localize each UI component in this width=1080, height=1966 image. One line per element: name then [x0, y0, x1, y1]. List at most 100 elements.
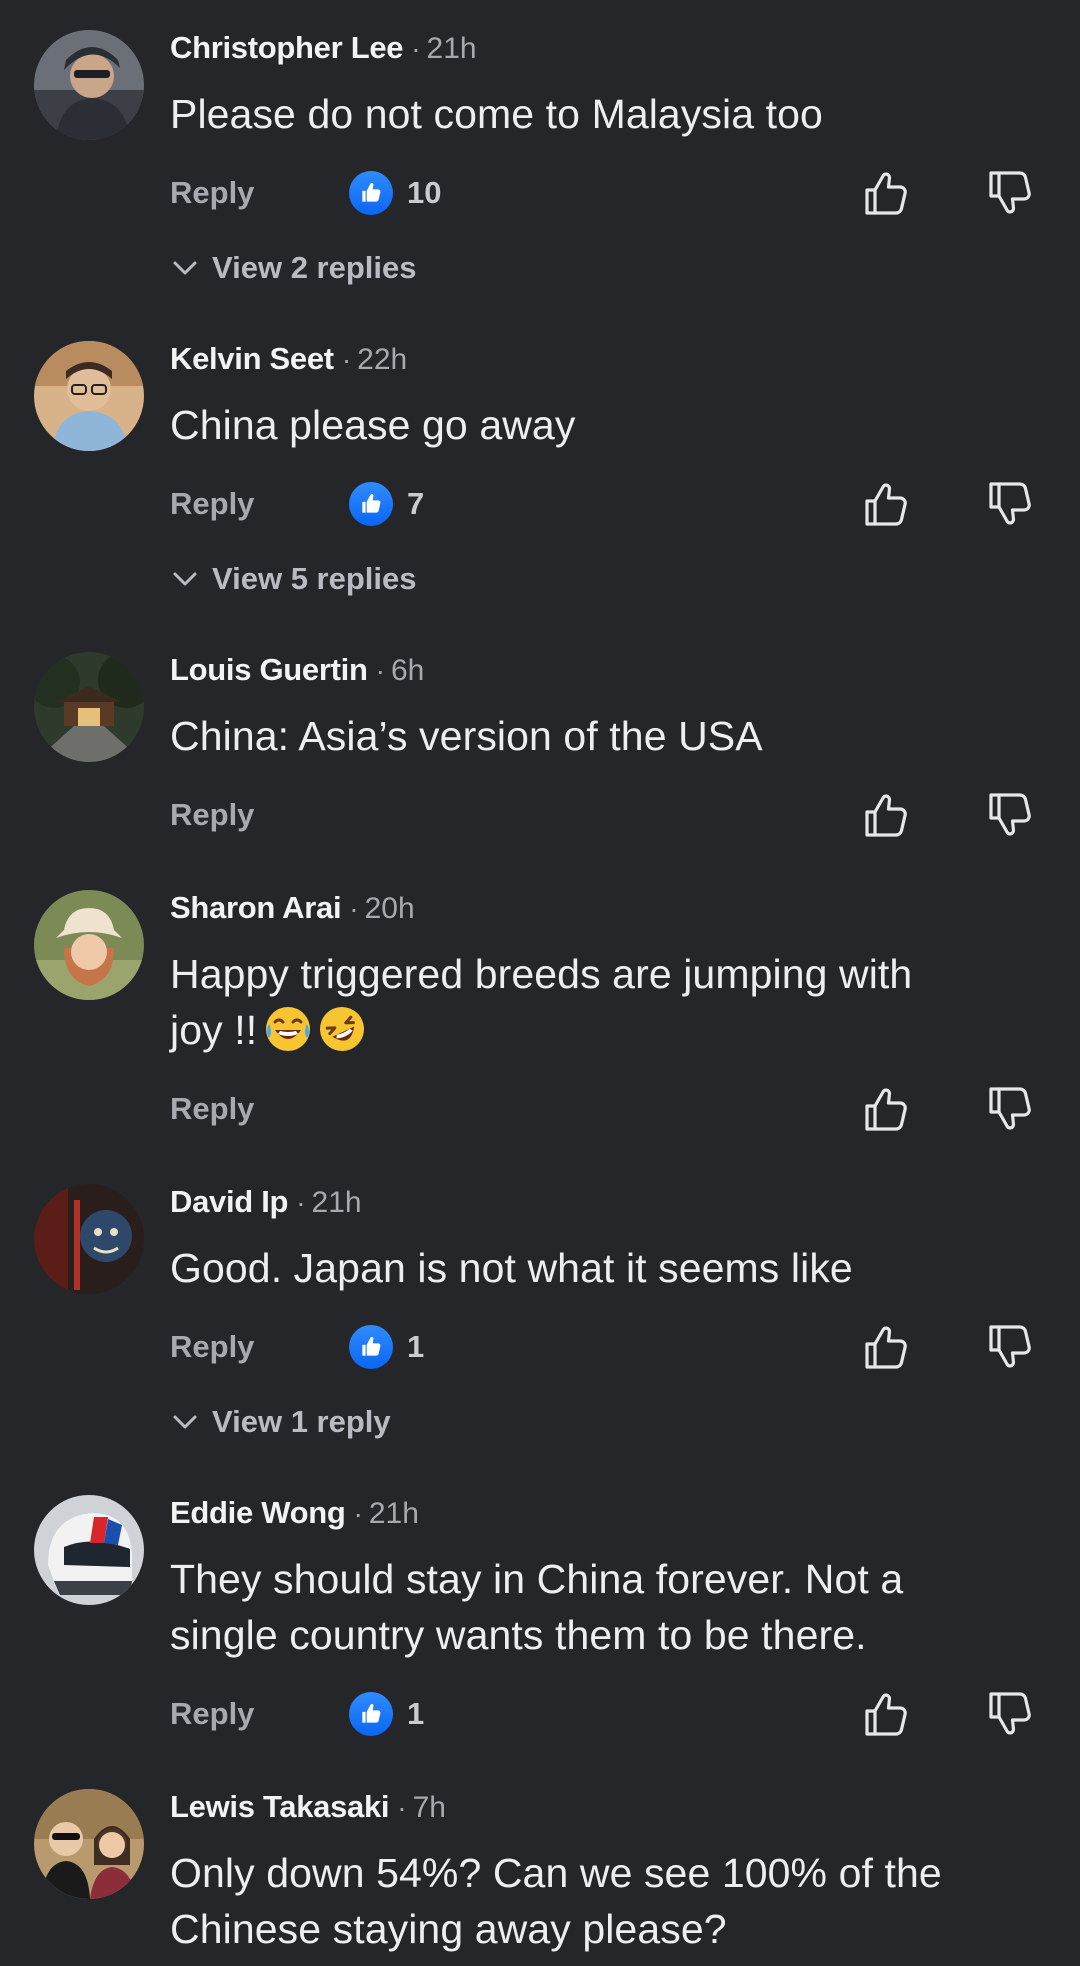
avatar[interactable] — [34, 30, 144, 140]
view-replies-label: View 5 replies — [212, 561, 417, 596]
thumbs-up-icon[interactable] — [861, 1322, 911, 1372]
thumbs-down-icon[interactable] — [985, 1322, 1035, 1372]
thumbs-up-icon[interactable] — [861, 1084, 911, 1134]
comment-actions: Reply 1 — [0, 1689, 1080, 1739]
like-count-badge: 10 — [349, 171, 441, 215]
comment-text: China: Asia’s version of the USA — [170, 713, 763, 759]
comment-header: Kelvin Seet · 22h — [170, 337, 407, 381]
comment-text-line: Happy triggered breeds are jumping with — [170, 951, 913, 997]
reply-button[interactable]: Reply — [170, 790, 254, 840]
comment-header: Eddie Wong · 21h — [170, 1491, 419, 1535]
comment-text: They should stay in China forever. Not a… — [170, 1551, 1030, 1663]
timestamp: 7h — [412, 1791, 446, 1824]
author-name[interactable]: Christopher Lee — [170, 30, 404, 65]
like-reaction-icon — [349, 1325, 393, 1369]
racing-helmet-avatar — [34, 1495, 144, 1605]
rolling-on-floor-laughing-icon — [320, 1007, 365, 1051]
comment-text: Please do not come to Malaysia too — [170, 91, 823, 137]
comment-header: Louis Guertin · 6h — [170, 648, 424, 692]
timestamp: 21h — [426, 32, 477, 65]
author-name[interactable]: Lewis Takasaki — [170, 1789, 390, 1824]
view-replies-button[interactable]: View 2 replies — [170, 246, 417, 290]
avatar[interactable] — [34, 1789, 144, 1899]
like-count: 1 — [407, 1696, 425, 1731]
like-count-badge: 7 — [349, 482, 424, 526]
comment-actions: Reply — [0, 1084, 1080, 1134]
comment-header: Lewis Takasaki · 7h — [170, 1785, 446, 1829]
view-replies-label: View 2 replies — [212, 250, 417, 285]
like-count: 7 — [407, 486, 425, 521]
comment-actions: Reply — [0, 790, 1080, 840]
reply-button[interactable]: Reply — [170, 168, 254, 218]
comment-actions: Reply 10 — [0, 168, 1080, 218]
thumbs-up-icon[interactable] — [861, 479, 911, 529]
separator-dot: · — [296, 1187, 306, 1218]
woman-bucket-hat-avatar — [34, 890, 144, 1000]
timestamp: 20h — [364, 892, 415, 925]
reply-button[interactable]: Reply — [170, 1084, 254, 1134]
timestamp: 6h — [390, 654, 425, 687]
comment-header: Sharon Arai · 20h — [170, 886, 415, 930]
comment-header: Christopher Lee · 21h — [170, 26, 477, 70]
chevron-down-icon — [170, 253, 200, 283]
comment-text: Good. Japan is not what it seems like — [170, 1245, 853, 1291]
avatar[interactable] — [34, 341, 144, 451]
avatar[interactable] — [34, 1184, 144, 1294]
thumbs-down-icon[interactable] — [985, 479, 1035, 529]
comment-text-line: joy !! — [170, 1002, 1030, 1058]
separator-dot: · — [353, 1498, 363, 1529]
separator-dot: · — [397, 1792, 407, 1823]
two-people-avatar — [34, 1789, 144, 1899]
author-name[interactable]: Kelvin Seet — [170, 341, 334, 376]
thumbs-up-icon[interactable] — [861, 1689, 911, 1739]
reply-button[interactable]: Reply — [170, 1322, 254, 1372]
temple-avatar — [34, 652, 144, 762]
thumbs-down-icon[interactable] — [985, 790, 1035, 840]
comment-text: Happy triggered breeds are jumping with … — [170, 946, 1030, 1058]
comment-text-line: Chinese staying away please? — [170, 1906, 727, 1952]
face-with-tears-of-joy-icon — [266, 1007, 311, 1051]
chevron-down-icon — [170, 564, 200, 594]
separator-dot: · — [349, 893, 359, 924]
like-count: 10 — [407, 175, 442, 210]
thumbs-up-icon[interactable] — [861, 168, 911, 218]
thumbs-down-icon[interactable] — [985, 1689, 1035, 1739]
comment-header: David Ip · 21h — [170, 1180, 362, 1224]
reply-button[interactable]: Reply — [170, 479, 254, 529]
timestamp: 22h — [357, 343, 408, 376]
like-count-badge: 1 — [349, 1325, 424, 1369]
like-reaction-icon — [349, 482, 393, 526]
separator-dot: · — [375, 655, 385, 686]
reply-button[interactable]: Reply — [170, 1689, 254, 1739]
avatar[interactable] — [34, 890, 144, 1000]
person-hoodie-avatar — [34, 30, 144, 140]
comment-text-line: single country wants them to be there. — [170, 1612, 867, 1658]
like-count: 1 — [407, 1329, 425, 1364]
chevron-down-icon — [170, 1407, 200, 1437]
thumbs-down-icon[interactable] — [985, 1084, 1035, 1134]
comment-text-line: Only down 54%? Can we see 100% of the — [170, 1850, 942, 1896]
author-name[interactable]: Eddie Wong — [170, 1495, 346, 1530]
author-name[interactable]: Sharon Arai — [170, 890, 342, 925]
timestamp: 21h — [368, 1497, 419, 1530]
like-count-badge: 1 — [349, 1692, 424, 1736]
author-name[interactable]: Louis Guertin — [170, 652, 368, 687]
view-replies-button[interactable]: View 5 replies — [170, 557, 417, 601]
comment-text-line: They should stay in China forever. Not a — [170, 1556, 904, 1602]
like-reaction-icon — [349, 1692, 393, 1736]
avatar[interactable] — [34, 652, 144, 762]
comment-text: Only down 54%? Can we see 100% of the Ch… — [170, 1845, 1030, 1957]
person-glasses-avatar — [34, 341, 144, 451]
separator-dot: · — [411, 33, 421, 64]
separator-dot: · — [341, 344, 352, 375]
author-name[interactable]: David Ip — [170, 1184, 288, 1219]
timestamp: 21h — [311, 1186, 362, 1219]
thumbs-down-icon[interactable] — [985, 168, 1035, 218]
comment-actions: Reply 7 — [0, 479, 1080, 529]
comment-text-fragment: joy !! — [170, 1007, 258, 1053]
comment-actions: Reply 1 — [0, 1322, 1080, 1372]
comment-text: China please go away — [170, 402, 576, 448]
thumbs-up-icon[interactable] — [861, 790, 911, 840]
avatar[interactable] — [34, 1495, 144, 1605]
view-replies-button[interactable]: View 1 reply — [170, 1400, 391, 1444]
